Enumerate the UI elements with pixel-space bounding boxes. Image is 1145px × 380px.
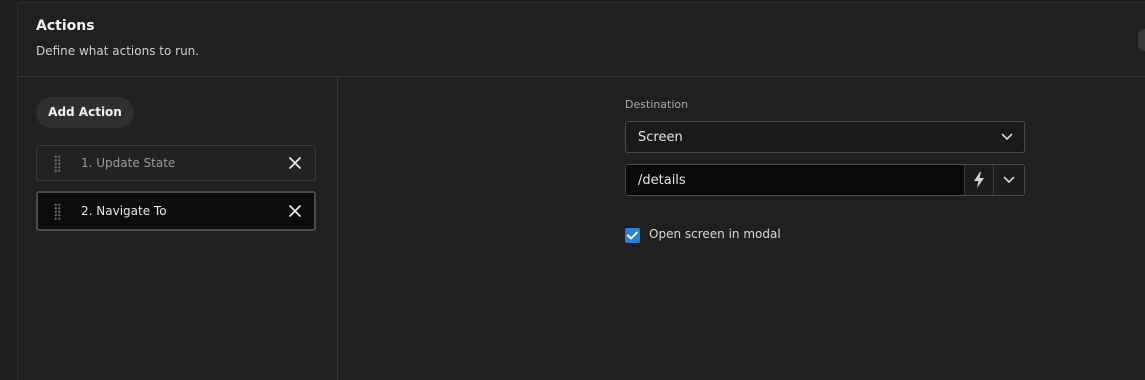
- action-item-label: 2. Navigate To: [81, 204, 167, 218]
- destination-type-value: Screen: [638, 130, 683, 145]
- destination-type-select[interactable]: Screen: [625, 121, 1025, 153]
- panel-header: Actions Define what actions to run.: [18, 3, 1145, 77]
- open-in-modal-checkbox[interactable]: [625, 228, 640, 243]
- action-config: Destination Screen /details Open screen …: [338, 77, 1145, 380]
- dynamic-value-button[interactable]: [964, 165, 994, 195]
- path-options-dropdown[interactable]: [994, 165, 1024, 195]
- panel-description: Define what actions to run.: [36, 44, 200, 58]
- destination-label: Destination: [625, 98, 689, 111]
- panel-title: Actions: [36, 18, 95, 34]
- action-item-update-state[interactable]: 1. Update State: [36, 145, 316, 181]
- open-in-modal-label[interactable]: Open screen in modal: [649, 227, 781, 241]
- destination-path-group: [625, 164, 1025, 196]
- close-icon[interactable]: [288, 204, 302, 218]
- actions-sidebar: Add Action 1. Update State 2. Navigate T…: [18, 77, 338, 380]
- panel-corner-handle[interactable]: [1138, 29, 1145, 51]
- add-action-button[interactable]: Add Action: [36, 97, 134, 128]
- close-icon[interactable]: [288, 156, 302, 170]
- chevron-down-icon: [1003, 176, 1015, 183]
- checkmark-icon: [627, 231, 638, 240]
- drag-handle-icon[interactable]: [54, 155, 61, 172]
- page: Actions Define what actions to run. Add …: [0, 0, 1145, 380]
- chevron-down-icon: [1001, 133, 1013, 140]
- lightning-bolt-icon: [974, 172, 984, 188]
- drag-handle-icon[interactable]: [54, 203, 61, 220]
- action-item-navigate-to[interactable]: 2. Navigate To: [36, 191, 316, 231]
- destination-path-input[interactable]: [626, 165, 964, 195]
- actions-panel: Actions Define what actions to run. Add …: [17, 2, 1145, 380]
- action-item-label: 1. Update State: [81, 156, 176, 170]
